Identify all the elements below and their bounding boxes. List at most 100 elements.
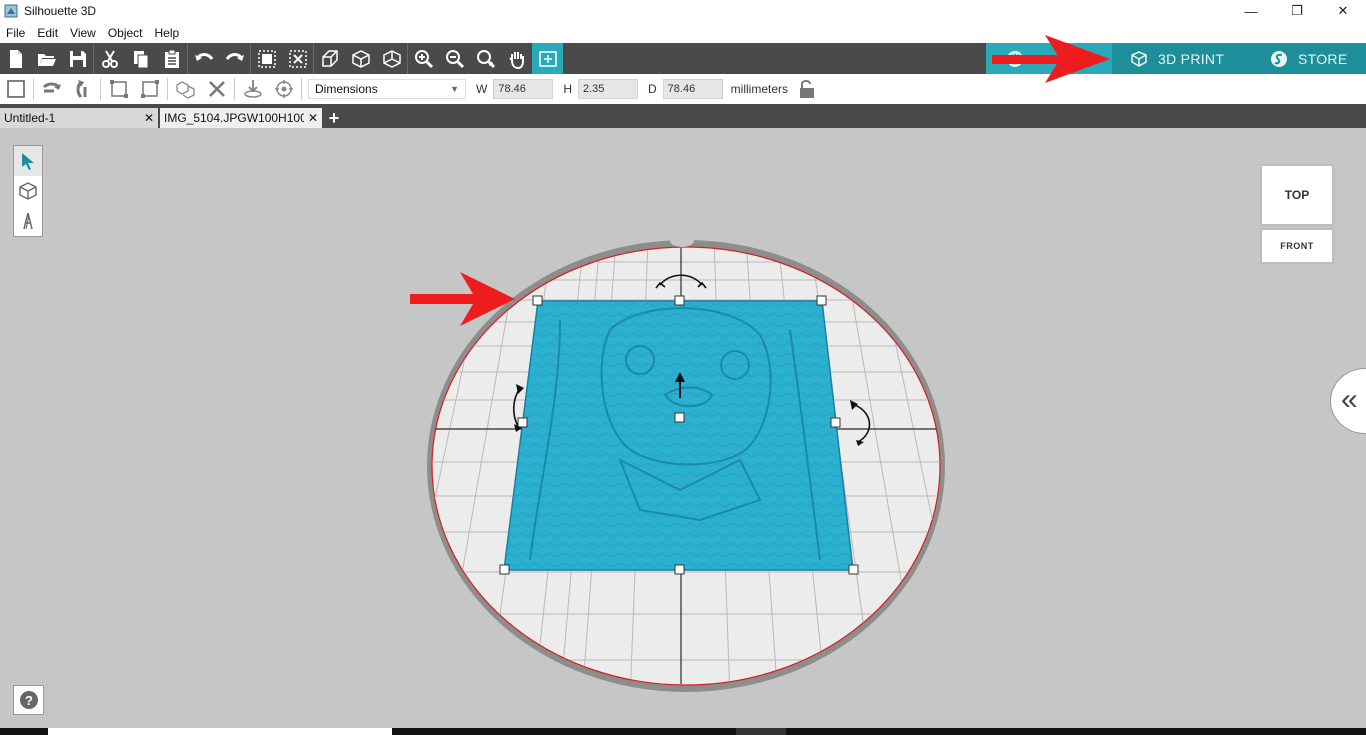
cube-view-button[interactable] bbox=[345, 43, 376, 74]
hand-icon bbox=[508, 51, 524, 69]
delete-x-icon bbox=[208, 81, 225, 97]
help-glyph: ? bbox=[25, 693, 33, 708]
pointer-arrow-icon bbox=[22, 153, 34, 170]
paste-button[interactable] bbox=[156, 43, 187, 74]
zoom-fit-button[interactable] bbox=[470, 43, 501, 74]
view-cube[interactable]: TOP FRONT bbox=[1260, 164, 1336, 264]
taskbar-strip bbox=[0, 728, 1366, 735]
dimensions-dropdown-value: Dimensions bbox=[315, 82, 378, 96]
units-label: millimeters bbox=[730, 82, 789, 96]
doc-tab-image[interactable]: IMG_5104.JPGW100H100T ✕ bbox=[160, 108, 322, 128]
delete-button[interactable] bbox=[201, 74, 232, 104]
redo-button[interactable] bbox=[219, 43, 250, 74]
menu-help[interactable]: Help bbox=[155, 26, 180, 40]
restore-button[interactable]: ❐ bbox=[1274, 0, 1320, 22]
height-label: H bbox=[563, 82, 572, 96]
close-tab-icon[interactable]: ✕ bbox=[308, 111, 318, 125]
doc-tab-label: Untitled-1 bbox=[4, 111, 56, 125]
center-button[interactable] bbox=[268, 74, 299, 104]
redo-icon bbox=[225, 52, 244, 61]
menu-file[interactable]: File bbox=[6, 26, 25, 40]
menu-bar: File Edit View Object Help bbox=[0, 22, 1366, 43]
cut-button[interactable] bbox=[94, 43, 125, 74]
tab-3d-print[interactable]: 3D PRINT bbox=[1112, 43, 1252, 74]
object-toolbar: Dimensions ▼ W 78.46 H 2.35 D 78.46 mill… bbox=[0, 74, 1366, 104]
fit-view-button[interactable] bbox=[532, 43, 563, 74]
duplicate-object-button[interactable] bbox=[170, 74, 201, 104]
new-file-icon bbox=[9, 49, 22, 68]
transform-button[interactable] bbox=[134, 74, 165, 104]
pan-button[interactable] bbox=[501, 43, 532, 74]
help-icon: ? bbox=[19, 691, 38, 709]
depth-field[interactable]: 78.46 bbox=[662, 79, 723, 99]
copy-button[interactable] bbox=[125, 43, 156, 74]
menu-view[interactable]: View bbox=[70, 26, 96, 40]
chevron-down-icon: ▼ bbox=[450, 84, 459, 94]
save-icon bbox=[69, 50, 86, 67]
bounding-box-button[interactable] bbox=[103, 74, 134, 104]
undo-icon bbox=[194, 52, 213, 61]
zoom-in-button[interactable] bbox=[408, 43, 439, 74]
design-globe-icon bbox=[1007, 50, 1023, 67]
window-title: Silhouette 3D bbox=[24, 4, 97, 18]
text-tool[interactable] bbox=[14, 206, 42, 236]
tab-design[interactable] bbox=[986, 43, 1112, 74]
add-tab-button[interactable]: + bbox=[324, 108, 344, 128]
flip-horizontal-icon bbox=[42, 82, 61, 93]
width-field[interactable]: 78.46 bbox=[493, 79, 554, 99]
folder-icon bbox=[37, 53, 56, 66]
doc-tab-untitled[interactable]: Untitled-1 ✕ bbox=[0, 108, 158, 128]
height-field[interactable]: 2.35 bbox=[578, 79, 638, 99]
group-button[interactable] bbox=[251, 43, 282, 74]
doc-tab-label: IMG_5104.JPGW100H100T bbox=[164, 111, 304, 125]
save-button[interactable] bbox=[62, 43, 93, 74]
clipboard-icon bbox=[164, 49, 179, 68]
close-window-button[interactable]: ✕ bbox=[1320, 0, 1366, 22]
minimize-button[interactable]: — bbox=[1228, 0, 1274, 22]
copy-icon bbox=[133, 50, 148, 68]
cube-outline-icon bbox=[382, 49, 401, 68]
flip-horizontal-button[interactable] bbox=[36, 74, 67, 104]
select-tool[interactable] bbox=[14, 146, 42, 176]
stacked-cubes-icon bbox=[175, 81, 195, 99]
cube-icon bbox=[351, 49, 370, 68]
scissors-icon bbox=[101, 49, 118, 68]
close-tab-icon[interactable]: ✕ bbox=[144, 111, 154, 125]
title-bar: Silhouette 3D — ❐ ✕ bbox=[0, 0, 1366, 22]
dimensions-dropdown[interactable]: Dimensions ▼ bbox=[308, 79, 466, 99]
transform-icon bbox=[140, 80, 159, 98]
cube-icon bbox=[19, 182, 37, 200]
shape-tool[interactable] bbox=[14, 176, 42, 206]
flip-vertical-icon bbox=[76, 80, 86, 99]
new-file-button[interactable] bbox=[0, 43, 31, 74]
extrude-icon bbox=[321, 49, 338, 67]
width-label: W bbox=[476, 82, 488, 96]
bounding-box-icon bbox=[109, 80, 128, 98]
cube-solid-button[interactable] bbox=[376, 43, 407, 74]
menu-object[interactable]: Object bbox=[108, 26, 143, 40]
tab-store-label: STORE bbox=[1298, 50, 1348, 67]
flip-vertical-button[interactable] bbox=[67, 74, 98, 104]
square-icon bbox=[6, 80, 25, 98]
store-logo-icon bbox=[1271, 50, 1287, 67]
drop-to-floor-button[interactable] bbox=[237, 74, 268, 104]
print-cube-icon bbox=[1131, 50, 1147, 67]
center-target-icon bbox=[274, 80, 293, 98]
tab-store[interactable]: STORE bbox=[1252, 43, 1366, 74]
ungroup-button[interactable] bbox=[282, 43, 313, 74]
zoom-out-button[interactable] bbox=[439, 43, 470, 74]
unlock-icon[interactable] bbox=[798, 79, 816, 99]
select-box-button[interactable] bbox=[0, 74, 31, 104]
extrude-button[interactable] bbox=[314, 43, 345, 74]
view-cube-top[interactable]: TOP bbox=[1260, 164, 1334, 226]
view-cube-front[interactable]: FRONT bbox=[1260, 228, 1334, 264]
zoom-in-icon bbox=[414, 49, 433, 68]
zoom-fit-icon bbox=[476, 49, 495, 68]
3d-workspace[interactable] bbox=[0, 128, 1366, 728]
open-button[interactable] bbox=[31, 43, 62, 74]
tab-3d-print-label: 3D PRINT bbox=[1158, 50, 1225, 67]
undo-button[interactable] bbox=[188, 43, 219, 74]
depth-label: D bbox=[648, 82, 657, 96]
menu-edit[interactable]: Edit bbox=[37, 26, 58, 40]
help-button[interactable]: ? bbox=[13, 685, 44, 715]
